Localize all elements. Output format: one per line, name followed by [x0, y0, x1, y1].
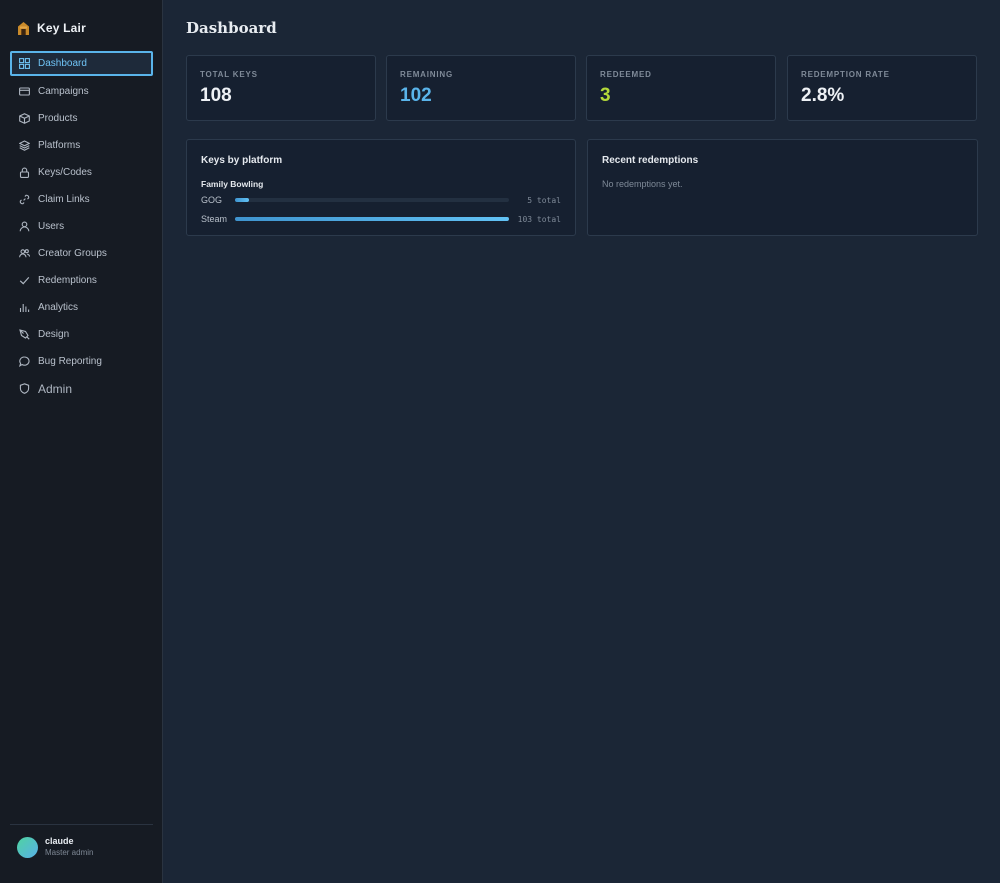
- sidebar-item-admin[interactable]: Admin: [10, 375, 153, 402]
- grid-icon: [19, 58, 30, 69]
- sidebar-item-design[interactable]: Design: [10, 321, 153, 348]
- card-icon: [19, 86, 30, 97]
- sidebar-item-label: Redemptions: [38, 275, 97, 286]
- platform-progress-fill: [235, 198, 249, 202]
- brand[interactable]: Key Lair: [17, 19, 86, 37]
- sidebar-item-campaigns[interactable]: Campaigns: [10, 78, 153, 105]
- user-role: Master admin: [45, 848, 94, 857]
- sidebar-item-label: Creator Groups: [38, 248, 107, 259]
- keys-by-platform-panel: Keys by platform Family Bowling GOG 5 to…: [186, 139, 576, 236]
- bar-chart-icon: [19, 302, 30, 313]
- user-icon: [19, 221, 30, 232]
- user-profile[interactable]: claude Master admin: [10, 824, 153, 858]
- stat-label: TOTAL KEYS: [200, 70, 258, 79]
- link-icon: [19, 194, 30, 205]
- sidebar-item-label: Keys/Codes: [38, 167, 92, 178]
- sidebar-item-redemptions[interactable]: Redemptions: [10, 267, 153, 294]
- pen-icon: [19, 329, 30, 340]
- platform-total: 103 total: [517, 214, 561, 224]
- sidebar-item-products[interactable]: Products: [10, 105, 153, 132]
- platform-progress-track: [235, 217, 509, 221]
- empty-state-text: No redemptions yet.: [602, 179, 683, 189]
- sidebar-item-label: Admin: [38, 381, 73, 396]
- recent-redemptions-panel: Recent redemptions No redemptions yet.: [587, 139, 978, 236]
- home-icon: [17, 21, 30, 36]
- sidebar-item-users[interactable]: Users: [10, 213, 153, 240]
- stat-label: REDEEMED: [600, 70, 652, 79]
- platform-row-steam: Steam 103 total: [201, 213, 561, 225]
- brand-name: Key Lair: [37, 21, 86, 35]
- platform-label: Steam: [201, 214, 228, 224]
- platform-label: GOG: [201, 195, 223, 205]
- sidebar-item-label: Platforms: [38, 140, 81, 151]
- platform-row-gog: GOG 5 total: [201, 194, 561, 206]
- user-name: claude: [45, 836, 74, 846]
- product-group-title: Family Bowling: [201, 179, 264, 189]
- platform-total: 5 total: [527, 195, 561, 205]
- avatar: [17, 836, 38, 858]
- sidebar-nav: Dashboard Campaigns Products Platforms K…: [10, 51, 153, 402]
- user-info: claude Master admin: [45, 836, 93, 858]
- stat-card-redeemed: REDEEMED 3: [586, 55, 776, 121]
- panel-title: Keys by platform: [201, 155, 283, 166]
- sidebar-item-claim-links[interactable]: Claim Links: [10, 186, 153, 213]
- users-icon: [19, 248, 30, 259]
- stat-card-total-keys: TOTAL KEYS 108: [186, 55, 376, 121]
- page-title: Dashboard: [186, 19, 277, 37]
- platform-progress-fill: [235, 217, 509, 221]
- stat-value: 108: [200, 85, 232, 106]
- stat-value: 3: [600, 85, 611, 106]
- stat-card-remaining: REMAINING 102: [386, 55, 576, 121]
- sidebar-item-label: Design: [38, 329, 70, 340]
- main-content: Dashboard TOTAL KEYS 108 REMAINING 102 R…: [164, 0, 1000, 883]
- sidebar-item-analytics[interactable]: Analytics: [10, 294, 153, 321]
- sidebar-item-creator-groups[interactable]: Creator Groups: [10, 240, 153, 267]
- check-icon: [19, 275, 30, 286]
- sidebar-item-label: Campaigns: [38, 86, 89, 97]
- sidebar-item-label: Products: [38, 113, 78, 124]
- shield-icon: [19, 383, 30, 394]
- sidebar-item-platforms[interactable]: Platforms: [10, 132, 153, 159]
- platform-progress-track: [235, 198, 509, 202]
- sidebar-item-label: Dashboard: [38, 58, 87, 69]
- stat-label: REDEMPTION RATE: [801, 70, 890, 79]
- sidebar-item-label: Analytics: [38, 302, 79, 313]
- sidebar-item-bug-reporting[interactable]: Bug Reporting: [10, 348, 153, 375]
- sidebar-item-keys-codes[interactable]: Keys/Codes: [10, 159, 153, 186]
- stat-value: 102: [400, 85, 432, 106]
- lock-icon: [19, 167, 30, 178]
- sidebar-item-label: Bug Reporting: [38, 356, 102, 367]
- box-icon: [19, 113, 30, 124]
- sidebar-item-dashboard[interactable]: Dashboard: [10, 51, 153, 76]
- chat-icon: [19, 356, 30, 367]
- stat-value: 2.8%: [801, 85, 845, 106]
- stat-label: REMAINING: [400, 70, 453, 79]
- panel-title: Recent redemptions: [602, 155, 699, 166]
- sidebar: Key Lair Dashboard Campaigns Products Pl…: [0, 0, 163, 883]
- stat-card-redemption-rate: REDEMPTION RATE 2.8%: [787, 55, 977, 121]
- sidebar-item-label: Users: [38, 221, 65, 232]
- layers-icon: [19, 140, 30, 151]
- sidebar-item-label: Claim Links: [38, 194, 90, 205]
